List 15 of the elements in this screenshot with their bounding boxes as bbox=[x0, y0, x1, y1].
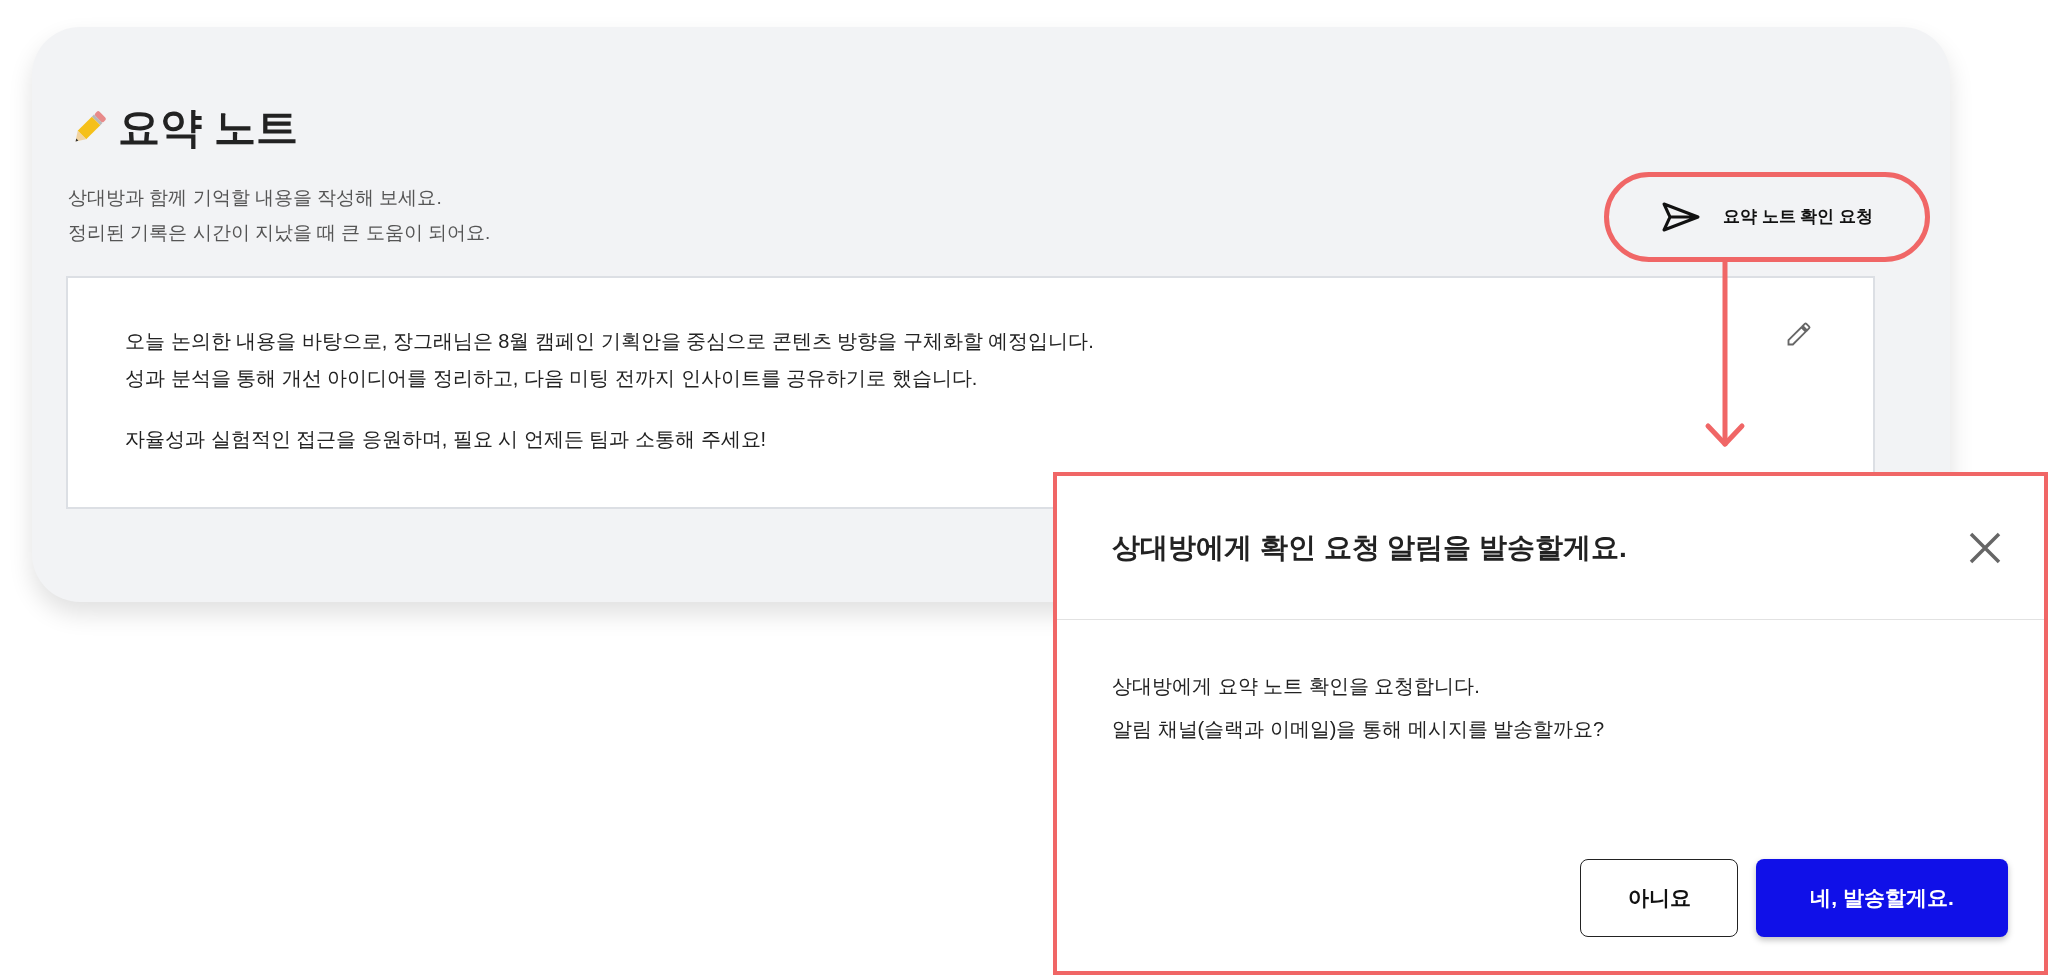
note-text: 성과 분석을 통해 개선 아이디어를 정리하고, 다음 미팅 전까지 인사이트를 공유하기로 했습니다. bbox=[125, 366, 979, 391]
send-icon bbox=[1660, 201, 1701, 233]
confirm-button[interactable]: 네, 발송할게요. bbox=[1756, 859, 2008, 937]
note-text: 오늘 논의한 내용을 바탕으로, 장그래님은 8월 캠페인 기획안을 중심으로 콘텐츠 방향을 구체화할 예정입니다. bbox=[125, 329, 1094, 354]
request-button[interactable]: 요약 노트 확인 요청 bbox=[1652, 197, 1882, 237]
edit-icon[interactable] bbox=[1785, 320, 1813, 348]
close-icon[interactable] bbox=[1968, 530, 2002, 565]
dialog-title: 상대방에게 확인 요청 알림을 발송할게요. bbox=[1112, 530, 1627, 565]
dialog-message: 알림 채널(슬랙과 이메일)을 통해 메시지를 발송할까요? bbox=[1112, 717, 1606, 742]
dialog-message: 상대방에게 요약 노트 확인을 요청합니다. bbox=[1112, 674, 1481, 699]
description-text: 상대방과 함께 기억할 내용을 작성해 보세요. bbox=[68, 186, 442, 210]
description-text: 정리된 기록은 시간이 지났을 때 큰 도움이 되어요. bbox=[68, 221, 491, 245]
cancel-button[interactable]: 아니요 bbox=[1580, 859, 1738, 937]
note-title: 요약 노트 bbox=[118, 103, 298, 153]
note-text: 자율성과 실험적인 접근을 응원하며, 필요 시 언제든 팀과 소통해 주세요! bbox=[125, 427, 768, 452]
